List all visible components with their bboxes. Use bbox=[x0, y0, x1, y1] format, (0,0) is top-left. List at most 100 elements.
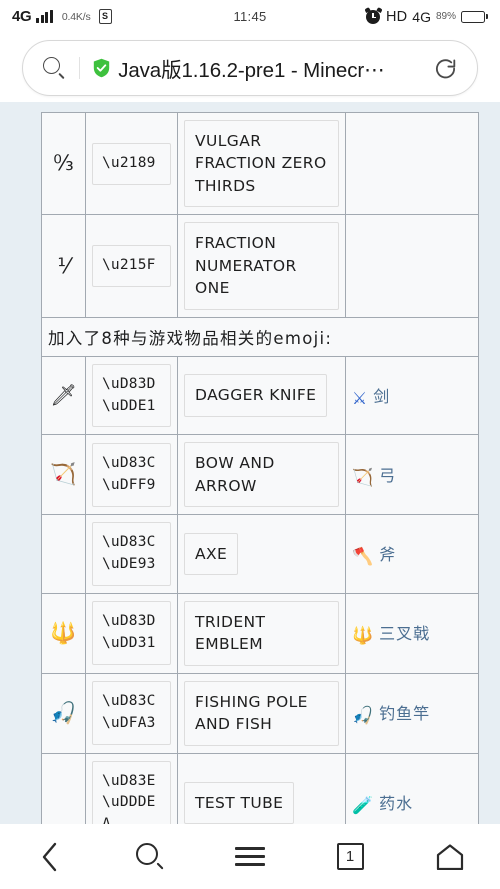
codepoint-value: \uD83D \uDDE1 bbox=[92, 363, 171, 428]
codepoint-cell: \uD83C \uDE93 bbox=[85, 514, 178, 594]
unicode-name-cell: BOW AND ARROW bbox=[177, 434, 346, 516]
table-row: 🎣 \uD83C \uDFA3 FISHING POLE AND FISH 🎣 钓鱼竿 bbox=[41, 672, 479, 754]
unicode-name-value: FRACTION NUMERATOR ONE bbox=[184, 222, 339, 310]
minecraft-item-icon: 🪓 bbox=[352, 547, 374, 567]
minecraft-link-cell[interactable]: 🏹 弓 bbox=[345, 434, 479, 516]
nav-tabs-button[interactable]: 1 bbox=[300, 824, 400, 889]
hd-voice-label: HD bbox=[385, 8, 408, 25]
unicode-name-value: AXE bbox=[184, 532, 239, 576]
unicode-name-value: TRIDENT EMBLEM bbox=[184, 600, 339, 666]
unicode-table: ↉ \u2189 VULGAR FRACTION ZERO THIRDS ⅟ \u215… bbox=[41, 111, 479, 824]
minecraft-link-cell[interactable]: 🪓 斧 bbox=[345, 514, 479, 594]
minecraft-link-cell[interactable]: 🔱 三叉戟 bbox=[345, 592, 479, 674]
minecraft-link-cell[interactable]: 🎣 钓鱼竿 bbox=[345, 672, 479, 754]
table-row: ↉ \u2189 VULGAR FRACTION ZERO THIRDS bbox=[41, 111, 479, 216]
unicode-name-value: DAGGER KNIFE bbox=[184, 374, 328, 417]
nav-menu-button[interactable] bbox=[200, 824, 300, 889]
unicode-name-value: FISHING POLE AND FISH bbox=[184, 680, 339, 746]
table-row: 🏹 \uD83C \uDFF9 BOW AND ARROW 🏹 弓 bbox=[41, 434, 479, 516]
glyph-cell: ⅟ bbox=[41, 214, 86, 318]
toolbar-divider bbox=[79, 57, 81, 79]
glyph-cell: 🏹 bbox=[41, 434, 86, 516]
codepoint-value: \uD83C \uDE93 bbox=[92, 522, 171, 586]
alarm-clock-icon bbox=[364, 7, 383, 24]
table-row: ⅟ \u215F FRACTION NUMERATOR ONE bbox=[41, 214, 479, 318]
minecraft-link-label[interactable]: 剑 bbox=[373, 387, 390, 406]
battery-icon bbox=[461, 10, 488, 23]
unicode-name-value: TEST TUBE bbox=[184, 782, 295, 824]
codepoint-value: \uD83E \uDDDE A bbox=[92, 760, 171, 824]
address-bar[interactable]: Java版1.16.2-pre1 - Minecr⋯ bbox=[22, 40, 478, 96]
unicode-name-cell: FRACTION NUMERATOR ONE bbox=[177, 214, 346, 318]
unicode-name-value: VULGAR FRACTION ZERO THIRDS bbox=[184, 120, 339, 208]
back-icon bbox=[40, 841, 60, 873]
codepoint-cell: \uD83E \uDDDE A bbox=[85, 752, 178, 824]
table-row: 🗡 \uD83D \uDDE1 DAGGER KNIFE ⚔ 剑 bbox=[41, 355, 479, 436]
nav-back-button[interactable] bbox=[0, 824, 100, 889]
minecraft-item-icon: 🧪 bbox=[352, 796, 374, 817]
minecraft-link-cell bbox=[345, 111, 479, 216]
status-bar-right: HD 4G 89% bbox=[364, 7, 488, 25]
glyph-cell bbox=[41, 514, 86, 594]
minecraft-link-label[interactable]: 钓鱼竿 bbox=[379, 704, 430, 723]
nav-search-button[interactable] bbox=[100, 824, 200, 889]
codepoint-value: \uD83C \uDFF9 bbox=[92, 443, 171, 507]
unicode-name-cell: DAGGER KNIFE bbox=[177, 355, 346, 436]
minecraft-link-label[interactable]: 斧 bbox=[379, 545, 396, 564]
codepoint-value: \uD83D \uDD31 bbox=[92, 601, 171, 665]
webpage-viewport[interactable]: ↉ \u2189 VULGAR FRACTION ZERO THIRDS ⅟ \u215… bbox=[0, 102, 500, 824]
minecraft-link-cell bbox=[345, 214, 479, 318]
tab-count-icon: 1 bbox=[336, 843, 364, 870]
unicode-name-cell: TEST TUBE bbox=[177, 752, 346, 824]
menu-icon bbox=[235, 842, 265, 871]
browser-toolbar: Java版1.16.2-pre1 - Minecr⋯ bbox=[0, 40, 500, 102]
minecraft-item-icon: 🏹 bbox=[352, 467, 374, 488]
table-row: \uD83C \uDE93 AXE 🪓 斧 bbox=[41, 514, 479, 594]
table-note-row: 加入了8种与游戏物品相关的emoji: bbox=[41, 316, 479, 357]
unicode-table-body: ↉ \u2189 VULGAR FRACTION ZERO THIRDS ⅟ \u215… bbox=[41, 111, 479, 824]
unicode-name-cell: AXE bbox=[177, 514, 346, 594]
codepoint-value: \u215F bbox=[92, 245, 171, 287]
codepoint-value: \uD83C \uDFA3 bbox=[92, 681, 171, 745]
table-row: \uD83E \uDDDE A TEST TUBE 🧪 药水 bbox=[41, 752, 479, 824]
browser-bottom-nav: 1 bbox=[0, 824, 500, 889]
codepoint-cell: \uD83C \uDFA3 bbox=[85, 672, 178, 754]
codepoint-cell: \u215F bbox=[85, 214, 178, 318]
search-icon[interactable] bbox=[43, 57, 65, 80]
data-network-label: 4G bbox=[412, 8, 431, 25]
minecraft-link-label[interactable]: 弓 bbox=[379, 466, 396, 485]
codepoint-cell: \uD83C \uDFF9 bbox=[85, 434, 178, 516]
minecraft-item-icon: 🎣 bbox=[352, 706, 374, 727]
minecraft-item-icon: ⚔ bbox=[352, 388, 368, 409]
minecraft-item-icon: 🔱 bbox=[352, 626, 374, 647]
unicode-name-cell: TRIDENT EMBLEM bbox=[177, 592, 346, 674]
table-row: 🔱 \uD83D \uDD31 TRIDENT EMBLEM 🔱 三叉戟 bbox=[41, 592, 479, 674]
reload-icon[interactable] bbox=[434, 57, 457, 80]
unicode-name-cell: VULGAR FRACTION ZERO THIRDS bbox=[177, 111, 346, 216]
minecraft-link-cell[interactable]: ⚔ 剑 bbox=[345, 355, 479, 436]
battery-percent-label: 89% bbox=[435, 11, 456, 22]
unicode-name-cell: FISHING POLE AND FISH bbox=[177, 672, 346, 754]
status-bar: 4G 0.4K/s S 11:45 HD 4G 89% bbox=[0, 0, 500, 33]
minecraft-link-label[interactable]: 三叉戟 bbox=[379, 624, 430, 643]
codepoint-value: \u2189 bbox=[92, 142, 171, 185]
unicode-name-value: BOW AND ARROW bbox=[184, 442, 339, 508]
glyph-cell: 🗡 bbox=[41, 355, 86, 436]
minecraft-link-label[interactable]: 药水 bbox=[379, 794, 413, 813]
codepoint-cell: \uD83D \uDD31 bbox=[85, 592, 178, 674]
search-icon bbox=[136, 842, 164, 871]
codepoint-cell: \uD83D \uDDE1 bbox=[85, 355, 178, 436]
home-icon bbox=[436, 843, 464, 870]
wiki-article-content: ↉ \u2189 VULGAR FRACTION ZERO THIRDS ⅟ \u215… bbox=[0, 111, 500, 824]
glyph-cell: ↉ bbox=[41, 111, 86, 216]
shield-secure-icon bbox=[92, 58, 111, 78]
glyph-cell: 🔱 bbox=[41, 592, 86, 674]
nav-home-button[interactable] bbox=[400, 824, 500, 889]
phone-screen: 4G 0.4K/s S 11:45 HD 4G 89% Java版1.16.2-… bbox=[0, 0, 500, 889]
minecraft-link-cell[interactable]: 🧪 药水 bbox=[345, 752, 479, 824]
codepoint-cell: \u2189 bbox=[85, 111, 178, 216]
page-title-label[interactable]: Java版1.16.2-pre1 - Minecr⋯ bbox=[118, 53, 428, 83]
note-text: 加入了8种与游戏物品相关的emoji: bbox=[41, 316, 479, 357]
glyph-cell bbox=[41, 752, 86, 824]
glyph-cell: 🎣 bbox=[41, 672, 86, 754]
